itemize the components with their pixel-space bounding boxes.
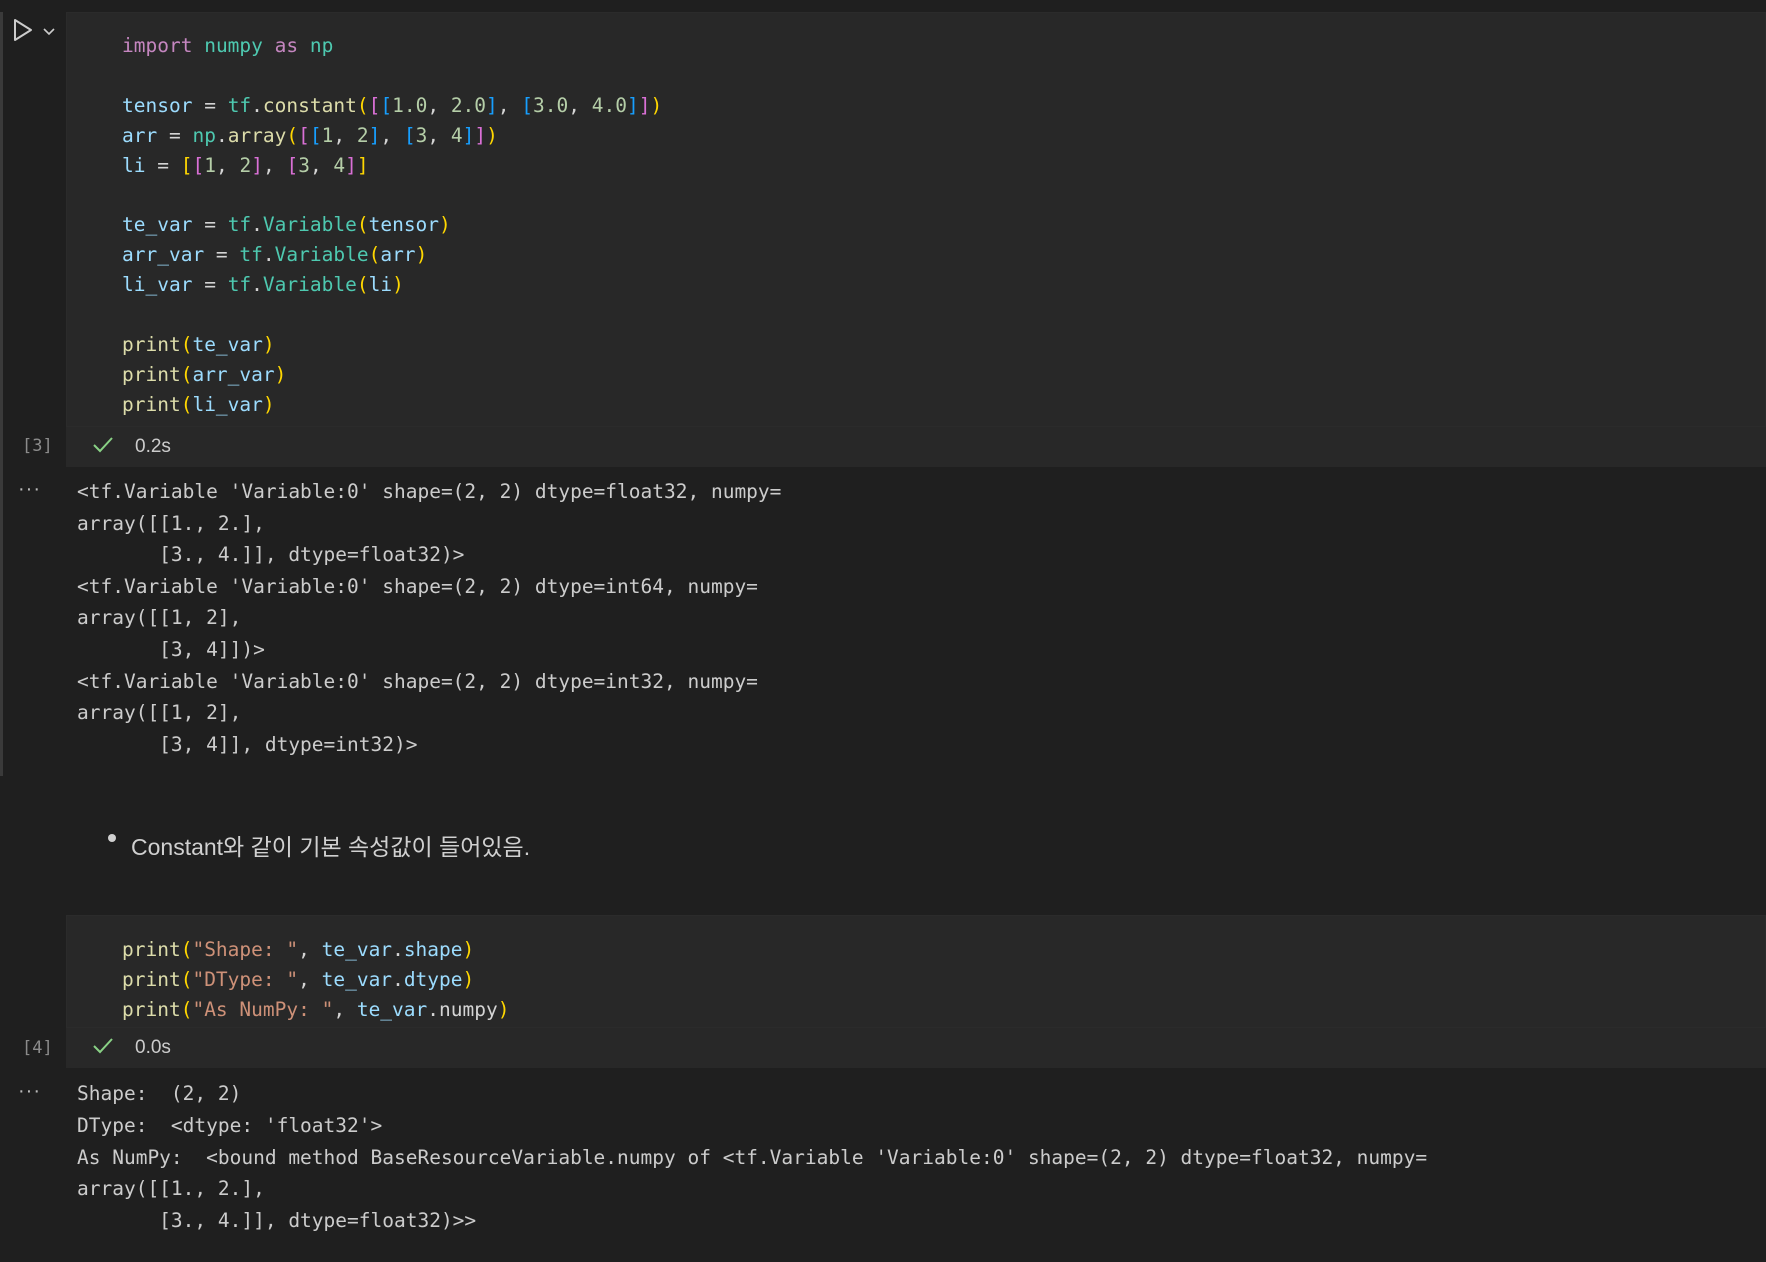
- code-line: print("As NumPy: ", te_var.numpy): [122, 995, 509, 1025]
- code-token: ): [462, 968, 475, 991]
- code-token: ): [497, 998, 510, 1021]
- code-token: ,: [333, 998, 357, 1021]
- cell-status-bar: 0.0s: [66, 1027, 1766, 1068]
- code-token: numpy: [439, 998, 498, 1021]
- code-token: (: [180, 998, 193, 1021]
- code-token: .: [392, 938, 404, 961]
- code-token: shape: [403, 938, 463, 961]
- code-line: print("DType: ", te_var.dtype): [122, 965, 474, 995]
- code-token: ,: [298, 938, 322, 961]
- code-token: te_var: [356, 998, 428, 1021]
- code-token: ,: [298, 968, 322, 991]
- output-line: As NumPy: <bound method BaseResourceVari…: [77, 1145, 1428, 1169]
- code-token: .: [392, 968, 404, 991]
- code-token: "As NumPy: ": [192, 998, 334, 1021]
- code-token: print: [122, 938, 181, 961]
- code-token: print: [122, 998, 181, 1021]
- output-line: Shape: (2, 2): [77, 1082, 242, 1105]
- execution-duration: 0.0s: [135, 1037, 171, 1058]
- code-token: "Shape: ": [192, 938, 299, 961]
- code-token: te_var: [321, 938, 393, 961]
- output-line: DType: <dtype: 'float32'>: [77, 1113, 383, 1137]
- code-token: dtype: [403, 968, 463, 991]
- output-line: array([[1., 2.],: [77, 1177, 265, 1201]
- check-icon: [93, 1038, 113, 1054]
- code-token: .: [427, 998, 440, 1021]
- code-token: "DType: ": [192, 968, 299, 991]
- output-more-button[interactable]: ···: [18, 1080, 41, 1103]
- code-token: (: [180, 968, 193, 991]
- code-token: print: [122, 968, 181, 991]
- code-token: te_var: [321, 968, 393, 991]
- ellipsis-icon: ···: [18, 1080, 41, 1102]
- output-line: [3., 4.]], dtype=float32)>>: [77, 1209, 477, 1233]
- success-indicator: [92, 1036, 114, 1060]
- execution-count: [4]: [22, 1038, 53, 1058]
- code-token: (: [180, 938, 193, 961]
- code-line: print("Shape: ", te_var.shape): [122, 935, 474, 965]
- code-cell-4[interactable]: print("Shape: ", te_var.shape) print("DTy…: [0, 0, 1766, 1262]
- code-token: ): [462, 938, 475, 961]
